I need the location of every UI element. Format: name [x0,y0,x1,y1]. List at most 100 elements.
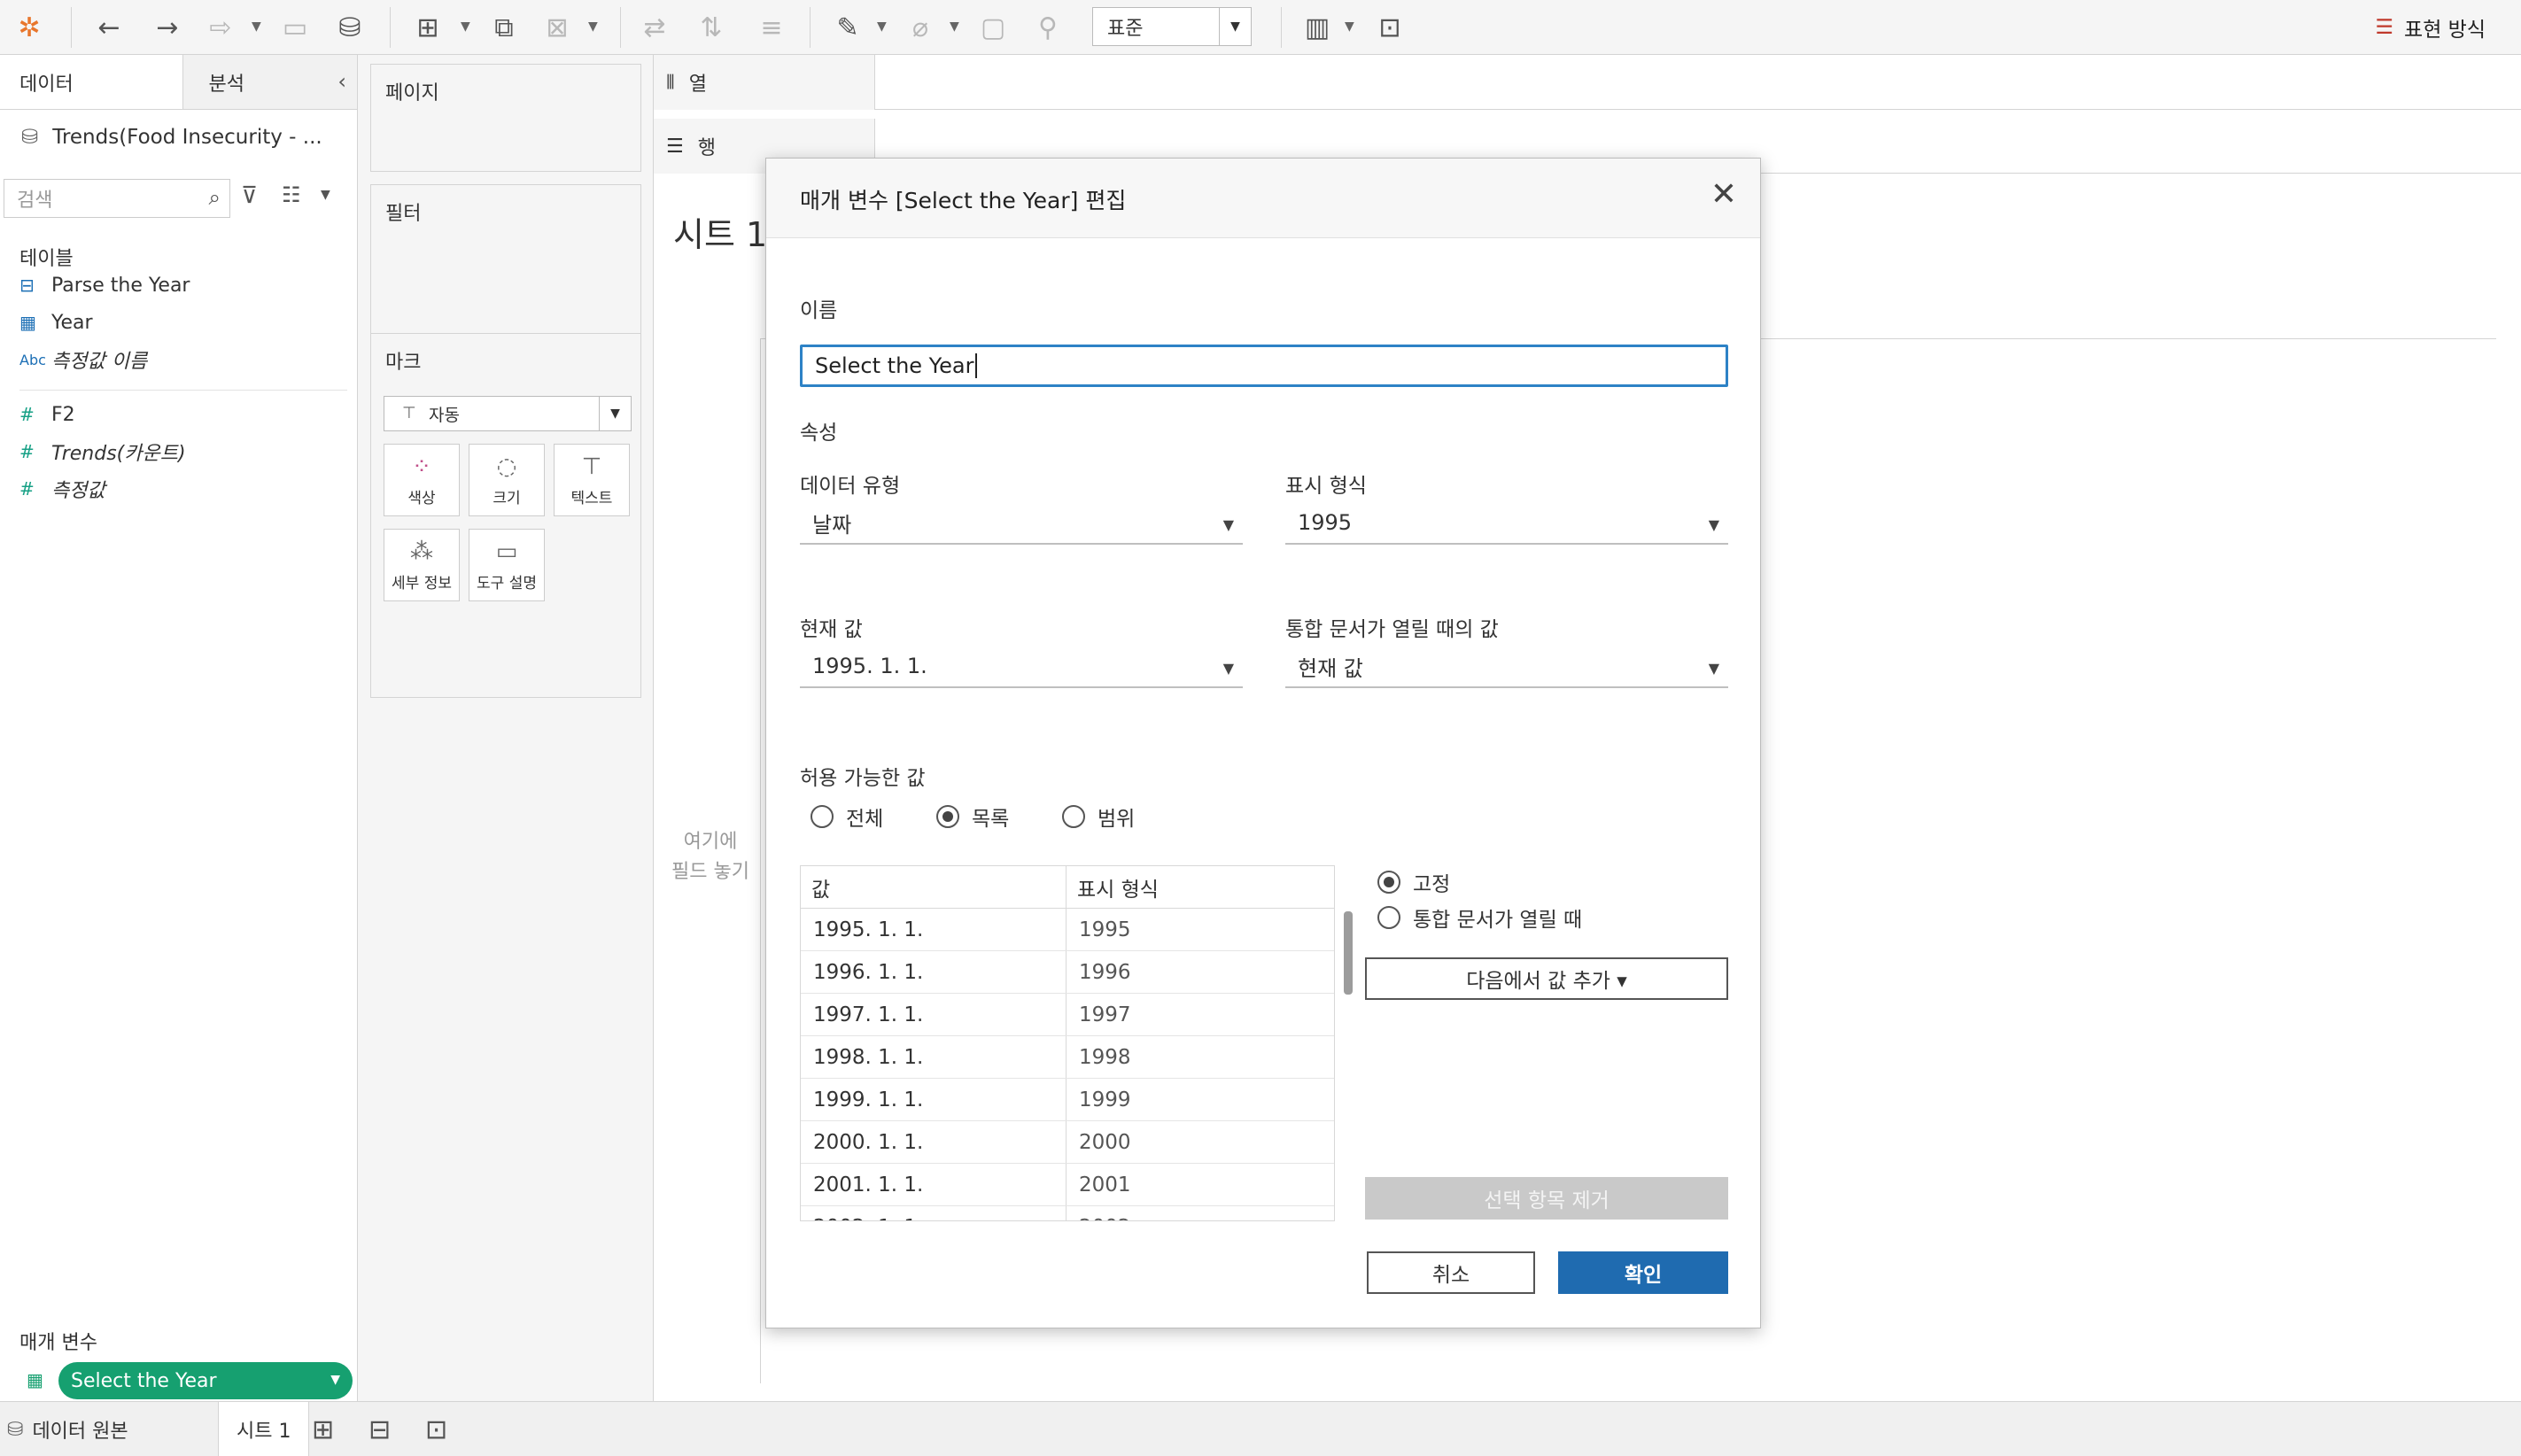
cell-display[interactable]: 2001 [1067,1164,1334,1205]
save-icon[interactable]: ▭ [275,7,315,48]
datasource-tab[interactable]: ⛁ 데이터 원본 [7,1402,128,1456]
table-row[interactable]: 1995. 1. 1. 1995 [801,909,1334,951]
allowable-range-radio[interactable]: 범위 [1062,802,1135,832]
cell-value[interactable]: 1998. 1. 1. [801,1036,1067,1078]
cancel-button[interactable]: 취소 [1367,1251,1535,1294]
field-year[interactable]: ▦ Year [19,305,93,340]
chevron-down-icon[interactable]: ▼ [950,19,959,34]
fixed-radio[interactable]: 고정 [1377,867,1450,897]
cell-value[interactable]: 2001. 1. 1. [801,1164,1067,1205]
new-datasource-icon[interactable]: ⛁ [330,7,370,48]
chevron-down-icon[interactable]: ▼ [1223,516,1234,533]
chevron-down-icon[interactable]: ▼ [588,19,598,34]
detail-button[interactable]: ⁂ 세부 정보 [384,529,460,601]
tooltip-button[interactable]: ▭ 도구 설명 [469,529,545,601]
table-row[interactable]: 1997. 1. 1. 1997 [801,994,1334,1036]
pages-card[interactable]: 페이지 [370,64,641,172]
table-scrollbar[interactable] [1344,911,1353,995]
tab-analytics[interactable]: 분석 [183,55,357,109]
cell-value[interactable]: 1999. 1. 1. [801,1079,1067,1120]
name-field[interactable]: Select the Year [800,345,1728,387]
cell-value[interactable]: 1996. 1. 1. [801,951,1067,993]
field-trends-count[interactable]: # Trends(카운트) [19,434,186,469]
chevron-down-icon[interactable]: ▼ [461,19,470,34]
table-row[interactable]: 1996. 1. 1. 1996 [801,951,1334,994]
field-measure-names[interactable]: Abc 측정값 이름 [19,342,147,377]
radio-button-selected[interactable] [936,805,959,828]
remove-selected-button[interactable]: 선택 항목 제거 [1365,1177,1728,1220]
show-cards-icon[interactable]: ▥ [1297,7,1338,48]
swap-icon[interactable]: ⇄ [634,7,675,48]
size-button[interactable]: ◌ 크기 [469,444,545,516]
add-values-from-button[interactable]: 다음에서 값 추가 ▾ [1365,957,1728,1000]
show-me-button[interactable]: ☰ 표현 방식 [2375,11,2486,44]
cell-display[interactable]: 1996 [1067,951,1334,993]
labels-icon[interactable]: ▢ [973,7,1013,48]
pin-icon[interactable]: ⚲ [1028,7,1068,48]
field-parse-the-year[interactable]: ⊟ Parse the Year [19,267,190,303]
display-format-select[interactable]: 1995 ▼ [1285,502,1728,545]
cell-value[interactable]: 2000. 1. 1. [801,1121,1067,1163]
chevron-down-icon[interactable]: ▼ [599,397,631,430]
undo-icon[interactable]: ← [89,7,129,48]
cell-display[interactable]: 1999 [1067,1079,1334,1120]
allowable-all-radio[interactable]: 전체 [811,802,883,832]
cell-value[interactable]: 2002. 1. 1. [801,1206,1067,1220]
tab-data[interactable]: 데이터 [0,55,184,109]
field-search-input[interactable]: 검색 ⌕ [4,179,230,218]
sheet-tab[interactable]: 시트 1 [218,1402,310,1456]
columns-shelf[interactable]: ⦀ 열 [654,55,2521,110]
replace-datasource-icon[interactable]: ⇨ [200,7,241,48]
group-icon[interactable]: ⌀ [900,7,941,48]
presentation-icon[interactable]: ⊡ [1369,7,1410,48]
radio-button-selected[interactable] [1377,871,1400,894]
chevron-down-icon[interactable]: ▼ [1709,516,1719,533]
collapse-pane-icon[interactable]: ‹ [337,69,346,94]
filter-icon[interactable]: ⊽ [241,182,258,209]
chevron-down-icon[interactable]: ▼ [252,19,261,34]
cell-display[interactable]: 2002 [1067,1206,1334,1221]
data-type-select[interactable]: 날짜 ▼ [800,502,1243,545]
open-value-select[interactable]: 현재 값 ▼ [1285,646,1728,688]
column-header-display[interactable]: 표시 형식 [1067,866,1334,908]
table-row[interactable]: 1998. 1. 1. 1998 [801,1036,1334,1079]
redo-icon[interactable]: → [147,7,188,48]
cell-value[interactable]: 1995. 1. 1. [801,909,1067,950]
new-worksheet-icon[interactable]: ⊞ [407,7,448,48]
cell-display[interactable]: 1997 [1067,994,1334,1035]
radio-button[interactable] [811,805,834,828]
fit-select[interactable]: 표준 ▼ [1092,7,1252,46]
datasource-item[interactable]: ⛁ Trends(Food Insecurity - ... [0,110,357,165]
color-button[interactable]: ⁘ 색상 [384,444,460,516]
chevron-down-icon[interactable]: ▼ [877,19,887,34]
cell-display[interactable]: 2000 [1067,1121,1334,1163]
clear-sheet-icon[interactable]: ⊠ [537,7,578,48]
mark-type-select[interactable]: ⊤ 자동 ▼ [384,396,632,431]
new-dashboard-icon[interactable]: ⊟ [368,1402,391,1456]
tableau-logo-icon[interactable]: ✲ [9,7,50,48]
field-measure-values[interactable]: # 측정값 [19,471,105,507]
on-open-radio[interactable]: 통합 문서가 열릴 때 [1377,902,1582,933]
cell-value[interactable]: 1997. 1. 1. [801,994,1067,1035]
allowable-list-radio[interactable]: 목록 [936,802,1009,832]
table-row[interactable]: 2001. 1. 1. 2001 [801,1164,1334,1206]
sort-ascending-icon[interactable]: ⇅ [691,7,732,48]
view-list-icon[interactable]: ☷ [282,182,301,207]
value-list-table[interactable]: 값 표시 형식 1995. 1. 1. 1995 1996. 1. 1. 199… [800,865,1335,1221]
cell-display[interactable]: 1995 [1067,909,1334,950]
new-story-icon[interactable]: ⊡ [425,1402,447,1456]
ok-button[interactable]: 확인 [1558,1251,1728,1294]
duplicate-sheet-icon[interactable]: ⧉ [484,7,524,48]
column-header-value[interactable]: 값 [801,866,1067,908]
cell-display[interactable]: 1998 [1067,1036,1334,1078]
current-value-select[interactable]: 1995. 1. 1. ▼ [800,646,1243,688]
chevron-down-icon[interactable]: ▼ [1219,8,1251,45]
table-row[interactable]: 2000. 1. 1. 2000 [801,1121,1334,1164]
parameter-pill[interactable]: Select the Year ▼ [58,1362,353,1399]
new-worksheet-icon[interactable]: ⊞ [312,1402,334,1456]
chevron-down-icon[interactable]: ▼ [1709,660,1719,677]
highlight-icon[interactable]: ✎ [827,7,868,48]
radio-button[interactable] [1062,805,1085,828]
chevron-down-icon[interactable]: ▼ [1345,19,1354,34]
field-f2[interactable]: # F2 [19,397,75,432]
